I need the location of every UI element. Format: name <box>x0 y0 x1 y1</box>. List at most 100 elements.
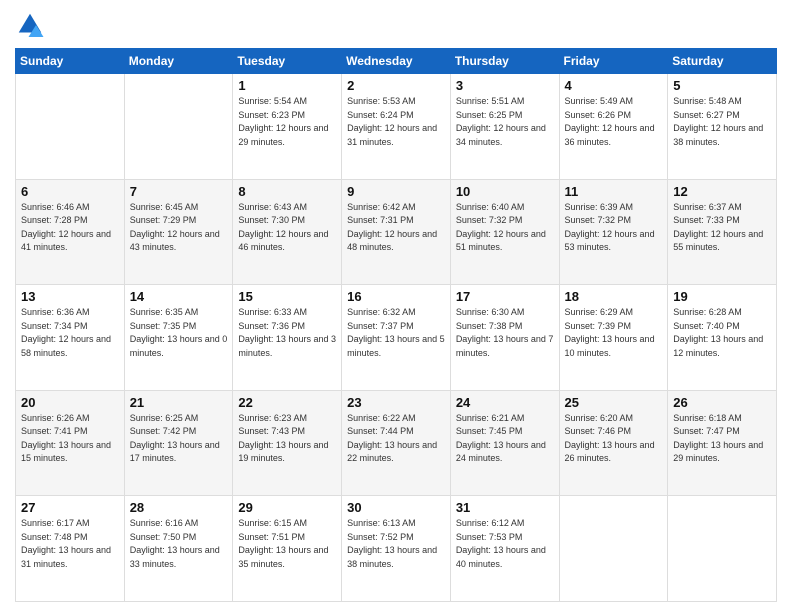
day-number: 24 <box>456 395 554 410</box>
day-number: 18 <box>565 289 663 304</box>
calendar-week-1: 1 Sunrise: 5:54 AMSunset: 6:23 PMDaylight… <box>16 74 777 180</box>
day-info: Sunrise: 5:49 AMSunset: 6:26 PMDaylight:… <box>565 95 663 149</box>
day-info: Sunrise: 6:26 AMSunset: 7:41 PMDaylight:… <box>21 412 119 466</box>
day-info: Sunrise: 6:13 AMSunset: 7:52 PMDaylight:… <box>347 517 445 571</box>
weekday-header-thursday: Thursday <box>450 49 559 74</box>
day-number: 30 <box>347 500 445 515</box>
day-number: 29 <box>238 500 336 515</box>
day-info: Sunrise: 6:32 AMSunset: 7:37 PMDaylight:… <box>347 306 445 360</box>
calendar-cell: 31Sunrise: 6:12 AMSunset: 7:53 PMDayligh… <box>450 496 559 602</box>
day-info: Sunrise: 6:12 AMSunset: 7:53 PMDaylight:… <box>456 517 554 571</box>
calendar-cell: 26Sunrise: 6:18 AMSunset: 7:47 PMDayligh… <box>668 390 777 496</box>
weekday-header-monday: Monday <box>124 49 233 74</box>
calendar-cell <box>668 496 777 602</box>
weekday-header-saturday: Saturday <box>668 49 777 74</box>
calendar-cell: 12 Sunrise: 6:37 AMSunset: 7:33 PMDayligh… <box>668 179 777 285</box>
day-info: Sunrise: 6:30 AMSunset: 7:38 PMDaylight:… <box>456 306 554 360</box>
day-info: Sunrise: 6:43 AMSunset: 7:30 PMDaylight:… <box>238 201 336 255</box>
day-number: 14 <box>130 289 228 304</box>
calendar-cell <box>16 74 125 180</box>
calendar-cell: 21Sunrise: 6:25 AMSunset: 7:42 PMDayligh… <box>124 390 233 496</box>
calendar-cell: 29 Sunrise: 6:15 AMSunset: 7:51 PMDayligh… <box>233 496 342 602</box>
day-info: Sunrise: 6:37 AMSunset: 7:33 PMDaylight:… <box>673 201 771 255</box>
calendar-cell: 15Sunrise: 6:33 AMSunset: 7:36 PMDayligh… <box>233 285 342 391</box>
day-info: Sunrise: 6:36 AMSunset: 7:34 PMDaylight:… <box>21 306 119 360</box>
calendar-cell <box>559 496 668 602</box>
calendar-cell: 16 Sunrise: 6:32 AMSunset: 7:37 PMDayligh… <box>342 285 451 391</box>
day-info: Sunrise: 6:33 AMSunset: 7:36 PMDaylight:… <box>238 306 336 360</box>
calendar-cell: 11 Sunrise: 6:39 AMSunset: 7:32 PMDayligh… <box>559 179 668 285</box>
day-number: 2 <box>347 78 445 93</box>
day-info: Sunrise: 6:28 AMSunset: 7:40 PMDaylight:… <box>673 306 771 360</box>
day-number: 19 <box>673 289 771 304</box>
calendar-cell: 7 Sunrise: 6:45 AMSunset: 7:29 PMDaylight… <box>124 179 233 285</box>
day-info: Sunrise: 6:42 AMSunset: 7:31 PMDaylight:… <box>347 201 445 255</box>
calendar-cell: 23Sunrise: 6:22 AMSunset: 7:44 PMDayligh… <box>342 390 451 496</box>
day-info: Sunrise: 5:54 AMSunset: 6:23 PMDaylight:… <box>238 95 336 149</box>
calendar-cell: 18 Sunrise: 6:29 AMSunset: 7:39 PMDayligh… <box>559 285 668 391</box>
calendar-cell: 24 Sunrise: 6:21 AMSunset: 7:45 PMDayligh… <box>450 390 559 496</box>
day-number: 27 <box>21 500 119 515</box>
calendar-cell: 9 Sunrise: 6:42 AMSunset: 7:31 PMDaylight… <box>342 179 451 285</box>
day-info: Sunrise: 6:35 AMSunset: 7:35 PMDaylight:… <box>130 306 228 360</box>
day-number: 25 <box>565 395 663 410</box>
header <box>15 10 777 40</box>
calendar-cell: 5 Sunrise: 5:48 AMSunset: 6:27 PMDaylight… <box>668 74 777 180</box>
day-info: Sunrise: 6:17 AMSunset: 7:48 PMDaylight:… <box>21 517 119 571</box>
calendar-cell: 17 Sunrise: 6:30 AMSunset: 7:38 PMDayligh… <box>450 285 559 391</box>
day-info: Sunrise: 5:48 AMSunset: 6:27 PMDaylight:… <box>673 95 771 149</box>
day-number: 7 <box>130 184 228 199</box>
calendar-week-5: 27 Sunrise: 6:17 AMSunset: 7:48 PMDayligh… <box>16 496 777 602</box>
day-info: Sunrise: 6:25 AMSunset: 7:42 PMDaylight:… <box>130 412 228 466</box>
day-info: Sunrise: 6:22 AMSunset: 7:44 PMDaylight:… <box>347 412 445 466</box>
calendar-table: SundayMondayTuesdayWednesdayThursdayFrid… <box>15 48 777 602</box>
weekday-header-sunday: Sunday <box>16 49 125 74</box>
calendar-cell: 30 Sunrise: 6:13 AMSunset: 7:52 PMDayligh… <box>342 496 451 602</box>
day-info: Sunrise: 6:29 AMSunset: 7:39 PMDaylight:… <box>565 306 663 360</box>
day-number: 4 <box>565 78 663 93</box>
day-number: 17 <box>456 289 554 304</box>
day-info: Sunrise: 6:40 AMSunset: 7:32 PMDaylight:… <box>456 201 554 255</box>
day-number: 8 <box>238 184 336 199</box>
day-number: 16 <box>347 289 445 304</box>
calendar-week-2: 6Sunrise: 6:46 AMSunset: 7:28 PMDaylight… <box>16 179 777 285</box>
calendar-cell: 2 Sunrise: 5:53 AMSunset: 6:24 PMDaylight… <box>342 74 451 180</box>
day-number: 9 <box>347 184 445 199</box>
calendar-cell: 1 Sunrise: 5:54 AMSunset: 6:23 PMDaylight… <box>233 74 342 180</box>
day-info: Sunrise: 6:21 AMSunset: 7:45 PMDaylight:… <box>456 412 554 466</box>
calendar-cell: 19 Sunrise: 6:28 AMSunset: 7:40 PMDayligh… <box>668 285 777 391</box>
calendar-week-3: 13 Sunrise: 6:36 AMSunset: 7:34 PMDayligh… <box>16 285 777 391</box>
calendar-cell: 28 Sunrise: 6:16 AMSunset: 7:50 PMDayligh… <box>124 496 233 602</box>
calendar-cell: 14 Sunrise: 6:35 AMSunset: 7:35 PMDayligh… <box>124 285 233 391</box>
calendar-header: SundayMondayTuesdayWednesdayThursdayFrid… <box>16 49 777 74</box>
day-info: Sunrise: 6:46 AMSunset: 7:28 PMDaylight:… <box>21 201 119 255</box>
calendar-cell: 25 Sunrise: 6:20 AMSunset: 7:46 PMDayligh… <box>559 390 668 496</box>
day-number: 12 <box>673 184 771 199</box>
calendar-cell <box>124 74 233 180</box>
calendar-cell: 3Sunrise: 5:51 AMSunset: 6:25 PMDaylight… <box>450 74 559 180</box>
page: SundayMondayTuesdayWednesdayThursdayFrid… <box>0 0 792 612</box>
day-info: Sunrise: 6:15 AMSunset: 7:51 PMDaylight:… <box>238 517 336 571</box>
weekday-header-tuesday: Tuesday <box>233 49 342 74</box>
calendar-body: 1 Sunrise: 5:54 AMSunset: 6:23 PMDaylight… <box>16 74 777 602</box>
day-number: 13 <box>21 289 119 304</box>
day-info: Sunrise: 6:39 AMSunset: 7:32 PMDaylight:… <box>565 201 663 255</box>
day-number: 11 <box>565 184 663 199</box>
day-info: Sunrise: 6:16 AMSunset: 7:50 PMDaylight:… <box>130 517 228 571</box>
day-number: 22 <box>238 395 336 410</box>
weekday-header-row: SundayMondayTuesdayWednesdayThursdayFrid… <box>16 49 777 74</box>
day-number: 5 <box>673 78 771 93</box>
day-info: Sunrise: 5:51 AMSunset: 6:25 PMDaylight:… <box>456 95 554 149</box>
day-info: Sunrise: 6:45 AMSunset: 7:29 PMDaylight:… <box>130 201 228 255</box>
day-info: Sunrise: 5:53 AMSunset: 6:24 PMDaylight:… <box>347 95 445 149</box>
day-number: 28 <box>130 500 228 515</box>
day-number: 1 <box>238 78 336 93</box>
calendar-cell: 8 Sunrise: 6:43 AMSunset: 7:30 PMDaylight… <box>233 179 342 285</box>
day-number: 26 <box>673 395 771 410</box>
day-info: Sunrise: 6:20 AMSunset: 7:46 PMDaylight:… <box>565 412 663 466</box>
weekday-header-friday: Friday <box>559 49 668 74</box>
calendar-cell: 20Sunrise: 6:26 AMSunset: 7:41 PMDayligh… <box>16 390 125 496</box>
day-number: 10 <box>456 184 554 199</box>
calendar-cell: 6Sunrise: 6:46 AMSunset: 7:28 PMDaylight… <box>16 179 125 285</box>
calendar-cell: 10 Sunrise: 6:40 AMSunset: 7:32 PMDayligh… <box>450 179 559 285</box>
